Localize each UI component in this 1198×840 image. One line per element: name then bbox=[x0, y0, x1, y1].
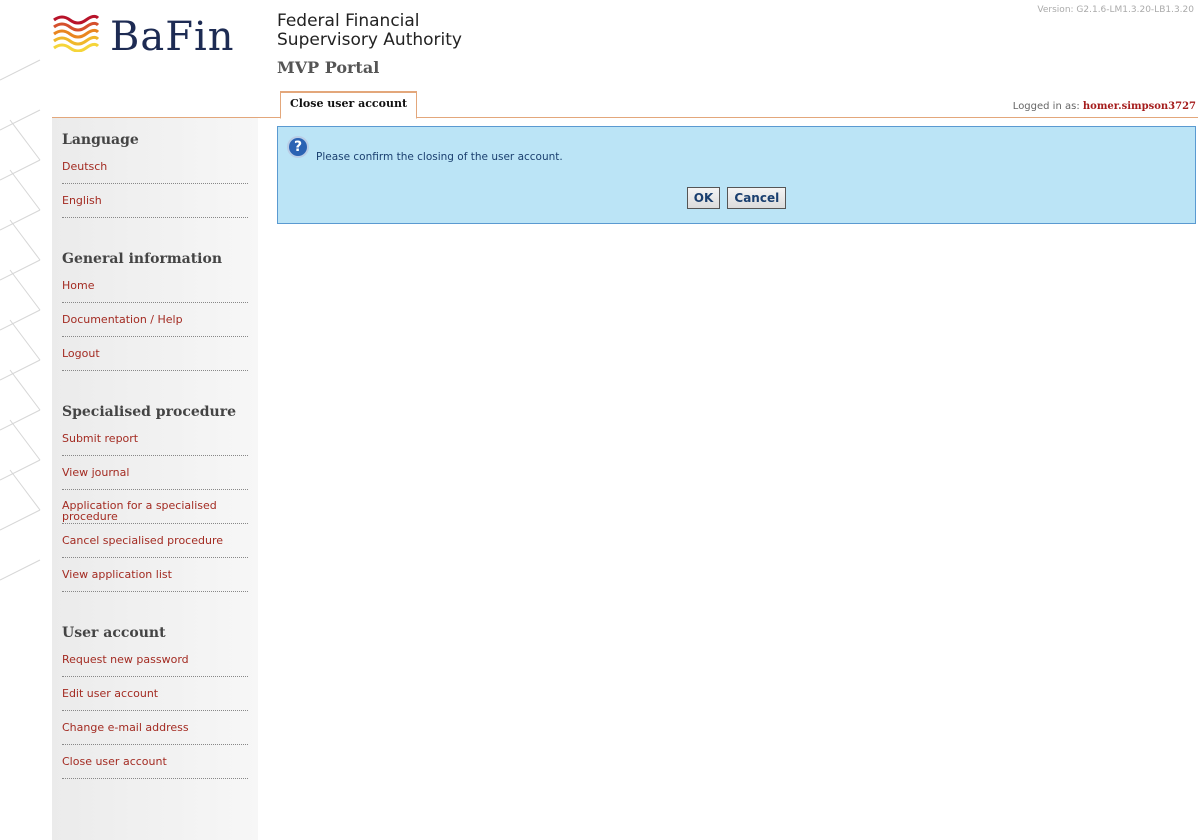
main-content: ? Please confirm the closing of the user… bbox=[277, 126, 1196, 224]
portal-name: MVP Portal bbox=[277, 58, 380, 77]
org-line-2: Supervisory Authority bbox=[277, 30, 462, 50]
sidebar-item-cancel-specialised-procedure[interactable]: Cancel specialised procedure bbox=[62, 524, 248, 558]
sidebar: Language Deutsch English General informa… bbox=[52, 118, 258, 840]
sidebar-item-edit-user-account[interactable]: Edit user account bbox=[62, 677, 248, 711]
sidebar-heading-specialised-procedure: Specialised procedure bbox=[62, 404, 236, 420]
confirmation-message: Please confirm the closing of the user a… bbox=[316, 151, 563, 163]
sidebar-heading-language: Language bbox=[62, 132, 139, 148]
bafin-logo-icon bbox=[53, 14, 100, 52]
ok-button[interactable]: OK bbox=[686, 187, 721, 209]
question-icon: ? bbox=[287, 136, 309, 158]
page-header: BaFin Federal Financial Supervisory Auth… bbox=[0, 0, 1198, 92]
cancel-button[interactable]: Cancel bbox=[727, 187, 787, 209]
sidebar-item-view-application-list[interactable]: View application list bbox=[62, 558, 248, 592]
sidebar-item-english[interactable]: English bbox=[62, 184, 248, 218]
sidebar-item-application-specialised-procedure[interactable]: Application for a specialised procedure bbox=[62, 490, 248, 524]
decorative-lines bbox=[0, 59, 41, 581]
sidebar-item-documentation-help[interactable]: Documentation / Help bbox=[62, 303, 248, 337]
organization-name: Federal Financial Supervisory Authority bbox=[277, 12, 462, 50]
tab-close-user-account[interactable]: Close user account bbox=[280, 91, 418, 119]
logged-in-prefix: Logged in as: bbox=[1012, 101, 1083, 112]
sidebar-item-request-new-password[interactable]: Request new password bbox=[62, 643, 248, 677]
sidebar-item-home[interactable]: Home bbox=[62, 269, 248, 303]
sidebar-item-logout[interactable]: Logout bbox=[62, 337, 248, 371]
sidebar-heading-general-information: General information bbox=[62, 251, 223, 267]
sidebar-heading-user-account: User account bbox=[62, 625, 166, 641]
confirmation-dialog: ? Please confirm the closing of the user… bbox=[277, 126, 1196, 224]
logged-in-status: Logged in as: homer.simpson3727 bbox=[1013, 101, 1196, 112]
dialog-buttons: OK Cancel bbox=[278, 187, 1195, 209]
sidebar-item-deutsch[interactable]: Deutsch bbox=[62, 150, 248, 184]
org-line-1: Federal Financial bbox=[277, 11, 420, 31]
logo-text: BaFin bbox=[110, 14, 235, 60]
sidebar-item-view-journal[interactable]: View journal bbox=[62, 456, 248, 490]
version-label: Version: G2.1.6-LM1.3.20-LB1.3.20 bbox=[1037, 5, 1194, 15]
sidebar-item-submit-report[interactable]: Submit report bbox=[62, 422, 248, 456]
username[interactable]: homer.simpson3727 bbox=[1083, 101, 1196, 112]
sidebar-item-change-email-address[interactable]: Change e-mail address bbox=[62, 711, 248, 745]
sidebar-item-close-user-account[interactable]: Close user account bbox=[62, 745, 248, 779]
tab-bar: Close user account Logged in as: homer.s… bbox=[52, 91, 1198, 119]
